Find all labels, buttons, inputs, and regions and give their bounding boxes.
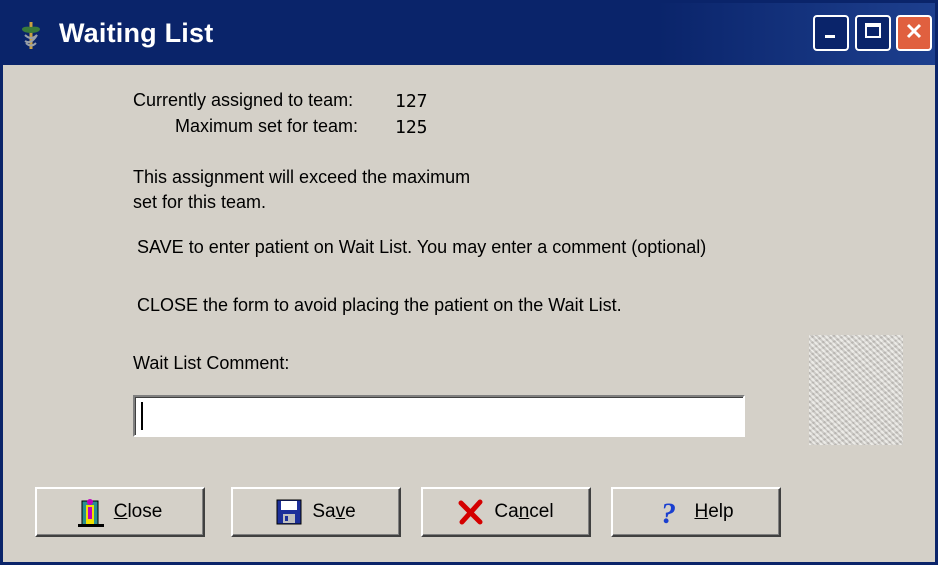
assigned-label: Currently assigned to team: xyxy=(133,90,354,110)
help-button[interactable]: ? Help xyxy=(611,487,781,537)
caduceus-icon xyxy=(15,19,47,51)
waiting-list-window: Waiting List Currently assigned to team:… xyxy=(0,0,938,565)
background-texture xyxy=(809,335,903,445)
text-caret xyxy=(141,402,143,430)
wait-list-comment-input[interactable] xyxy=(133,395,745,437)
help-button-label: Help xyxy=(694,501,734,522)
minimize-button[interactable] xyxy=(813,15,849,51)
maximum-value: 125 xyxy=(395,117,428,138)
maximize-icon xyxy=(863,21,883,46)
dialog-body: Currently assigned to team: 127 Maximum … xyxy=(3,65,935,562)
cancel-button-label: Cancel xyxy=(494,501,554,522)
close-button[interactable]: Close xyxy=(35,487,205,537)
comment-label: Wait List Comment: xyxy=(133,353,290,373)
window-title: Waiting List xyxy=(59,18,214,48)
maximum-label: Maximum set for team: xyxy=(175,116,359,136)
door-exit-icon xyxy=(77,497,104,527)
save-instruction: SAVE to enter patient on Wait List. You … xyxy=(137,237,707,257)
close-icon xyxy=(904,21,924,46)
red-x-icon xyxy=(458,497,484,527)
assigned-value: 127 xyxy=(395,91,428,112)
window-close-button[interactable] xyxy=(896,15,932,51)
maximize-button[interactable] xyxy=(855,15,891,51)
cancel-button[interactable]: Cancel xyxy=(421,487,591,537)
svg-text:?: ? xyxy=(661,497,676,527)
floppy-disk-icon xyxy=(276,497,302,527)
close-button-label: Close xyxy=(113,501,163,522)
exceed-message-line1: This assignment will exceed the maximum xyxy=(133,167,471,187)
title-bar[interactable]: Waiting List xyxy=(3,3,935,65)
save-button[interactable]: Save xyxy=(231,487,401,537)
save-button-label: Save xyxy=(312,501,356,522)
close-instruction: CLOSE the form to avoid placing the pati… xyxy=(137,295,622,315)
question-mark-icon: ? xyxy=(658,497,684,527)
minimize-icon xyxy=(821,21,841,46)
exceed-message-line2: set for this team. xyxy=(133,192,267,212)
